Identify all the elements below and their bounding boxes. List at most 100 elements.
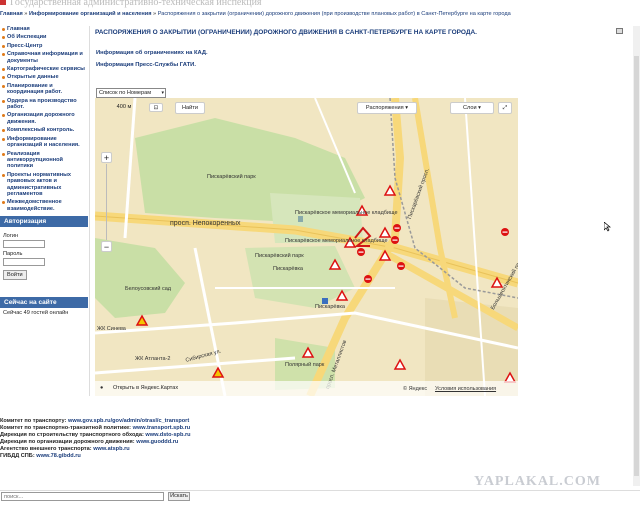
map-label-park1: Пискарёвский парк xyxy=(207,174,256,180)
bullet-icon xyxy=(2,36,5,40)
list-select[interactable]: Список по Номерам ▾ xyxy=(96,88,166,98)
sidebar-item[interactable]: Ордера на производство работ. xyxy=(0,98,88,111)
sidebar-item-label: Ордера на производство работ. xyxy=(7,97,77,111)
footer-link[interactable]: www.gov.spb.ru/gov/admin/otrasl/c_transp… xyxy=(68,418,189,424)
sidebar-item-label: Реализация антикоррупционной политики xyxy=(7,150,63,170)
map-copyright: © Яндекс xyxy=(403,386,428,392)
map-widget[interactable]: просп. Непокоренных Пискарёвский парк Пи… xyxy=(95,98,518,396)
map-label-sineva: ЖК Синева xyxy=(97,326,126,332)
scrollbar[interactable] xyxy=(633,26,640,486)
kad-info-link[interactable]: Информация об ограничениях на КАД. xyxy=(96,50,208,56)
map-scale: 400 м xyxy=(99,102,149,112)
scrollbar-thumb[interactable] xyxy=(634,56,639,476)
zoom-slider[interactable] xyxy=(106,164,107,240)
map-label-park2: Пискарёвский парк xyxy=(255,253,304,259)
orders-label: Распоряжения xyxy=(365,105,404,111)
map-label-piskarevka-station: Пискарёвка xyxy=(315,304,345,310)
layers-label: Слои xyxy=(463,105,477,111)
map-label-piskarevka: Пискарёвка xyxy=(273,266,303,272)
orders-button[interactable]: Распоряжения ▾ xyxy=(357,102,417,114)
search-bar: Искать xyxy=(0,490,640,502)
print-icon[interactable] xyxy=(616,28,623,34)
sidebar-item-label: Информирование организаций и населения. xyxy=(7,135,80,149)
footer: Комитет по транспорту: www.gov.spb.ru/go… xyxy=(0,418,640,460)
open-yandex-link[interactable]: Открыть в Яндекс.Картах xyxy=(113,385,178,391)
sidebar-item[interactable]: Организация дорожного движения. xyxy=(0,112,88,125)
bullet-icon xyxy=(2,76,5,80)
footer-line: Дирекция по строительству транспортного … xyxy=(0,432,640,439)
password-label: Пароль xyxy=(3,251,23,258)
map-scale-label: 400 м xyxy=(116,104,132,110)
login-label: Логин xyxy=(3,233,19,240)
footer-link[interactable]: www.dsto-spb.ru xyxy=(145,432,190,438)
footer-label: Комитет по транспортно-транзитной полити… xyxy=(0,425,132,431)
breadcrumb-info[interactable]: Информирование организаций и населения xyxy=(29,11,152,17)
sidebar-item[interactable]: Информирование организаций и населения. xyxy=(0,136,88,149)
breadcrumb-current: Распоряжения о закрытии (ограничении) до… xyxy=(157,11,511,17)
sidebar-item[interactable]: Проекты нормативных правовых актов и адм… xyxy=(0,172,88,198)
map-pin-icon: ● xyxy=(100,385,104,391)
footer-line: Дирекция по организации дорожного движен… xyxy=(0,439,640,446)
map-canvas[interactable] xyxy=(95,98,518,396)
sidebar-item[interactable]: Картографические сервисы xyxy=(0,66,88,72)
footer-link[interactable]: www.guoddd.ru xyxy=(136,439,178,445)
sidebar-item[interactable]: Открытые данные xyxy=(0,74,88,80)
map-terms-link[interactable]: Условия использования xyxy=(435,386,496,392)
sidebar-item[interactable]: Главная xyxy=(0,26,88,32)
sidebar-item-label: Открытые данные xyxy=(7,74,59,81)
breadcrumb-home[interactable]: Главная xyxy=(0,11,23,17)
zoom-in-button[interactable]: + xyxy=(101,152,112,163)
online-title: Сейчас на сайте xyxy=(0,297,88,309)
sidebar-item[interactable]: Справочная информация и документы xyxy=(0,51,88,64)
map-label-prospect: просп. Непокоренных xyxy=(170,220,241,227)
sidebar-divider xyxy=(89,26,90,396)
ruler-icon[interactable]: ⊡ xyxy=(149,103,163,112)
footer-label: Дирекция по организации дорожного движен… xyxy=(0,439,135,445)
bullet-icon xyxy=(2,99,5,103)
press-info-link[interactable]: Информация Пресс-Службы ГАТИ. xyxy=(96,62,196,68)
sidebar-item-label: Планирование и координация работ. xyxy=(7,82,63,96)
sidebar-item[interactable]: Пресс-Центр xyxy=(0,43,88,49)
sidebar-item[interactable]: Планирование и координация работ. xyxy=(0,83,88,96)
bullet-icon xyxy=(2,114,5,118)
bullet-icon xyxy=(2,28,5,31)
footer-label: Дирекция по строительству транспортного … xyxy=(0,432,144,438)
sidebar: Главная Об Инспекции Пресс-Центр Справочная… xyxy=(0,26,88,386)
bullet-icon xyxy=(2,137,5,141)
sidebar-item[interactable]: Комплексный контроль. xyxy=(0,127,88,133)
footer-label: ГИБДД СПБ: xyxy=(0,453,35,459)
zoom-out-button[interactable]: − xyxy=(101,241,112,252)
footer-link[interactable]: www.atspb.ru xyxy=(93,446,129,452)
search-button[interactable]: Искать xyxy=(168,492,190,501)
search-input[interactable] xyxy=(1,492,164,501)
sidebar-item-label: Пресс-Центр xyxy=(7,42,43,49)
list-select-value: Список по Номерам xyxy=(99,90,152,96)
footer-link[interactable]: www.78.gibdd.ru xyxy=(36,453,81,459)
footer-link[interactable]: www.transport.spb.ru xyxy=(133,425,191,431)
map-label-belousov: Белоусовский сад xyxy=(125,286,172,292)
find-button[interactable]: Найти xyxy=(175,102,205,114)
cursor-icon xyxy=(604,222,611,232)
fullscreen-icon[interactable]: ⤢ xyxy=(498,102,512,114)
bullet-icon xyxy=(2,173,5,177)
login-input[interactable] xyxy=(3,240,45,249)
footer-line: ГИБДД СПБ: www.78.gibdd.ru xyxy=(0,453,640,460)
sidebar-item[interactable]: Об Инспекции xyxy=(0,34,88,40)
online-text: Сейчас 49 гостей онлайн xyxy=(3,310,69,317)
map-label-cemetery1: Пискарёвское мемориальное кладбище xyxy=(295,210,398,216)
footer-label: Комитет по транспорту: xyxy=(0,418,67,424)
map-label-atlanta: ЖК Атланта-2 xyxy=(135,356,171,362)
bullet-icon xyxy=(2,201,5,205)
password-input[interactable] xyxy=(3,258,45,267)
sidebar-item-label: Проекты нормативных правовых актов и адм… xyxy=(7,171,72,197)
sidebar-item[interactable]: Реализация антикоррупционной политики xyxy=(0,151,88,170)
bullet-icon xyxy=(2,84,5,88)
sidebar-item[interactable]: Межведомственное взаимодействие. xyxy=(0,199,88,212)
site-header: Государственная административно-техничес… xyxy=(0,0,640,8)
sidebar-item-label: Картографические сервисы xyxy=(7,66,85,73)
bullet-icon xyxy=(2,129,5,133)
sidebar-item-label: Главная xyxy=(7,26,30,32)
login-button[interactable]: Войти xyxy=(3,270,27,281)
sidebar-menu: Главная Об Инспекции Пресс-Центр Справочная… xyxy=(0,26,88,212)
layers-button[interactable]: Слои ▾ xyxy=(450,102,494,114)
